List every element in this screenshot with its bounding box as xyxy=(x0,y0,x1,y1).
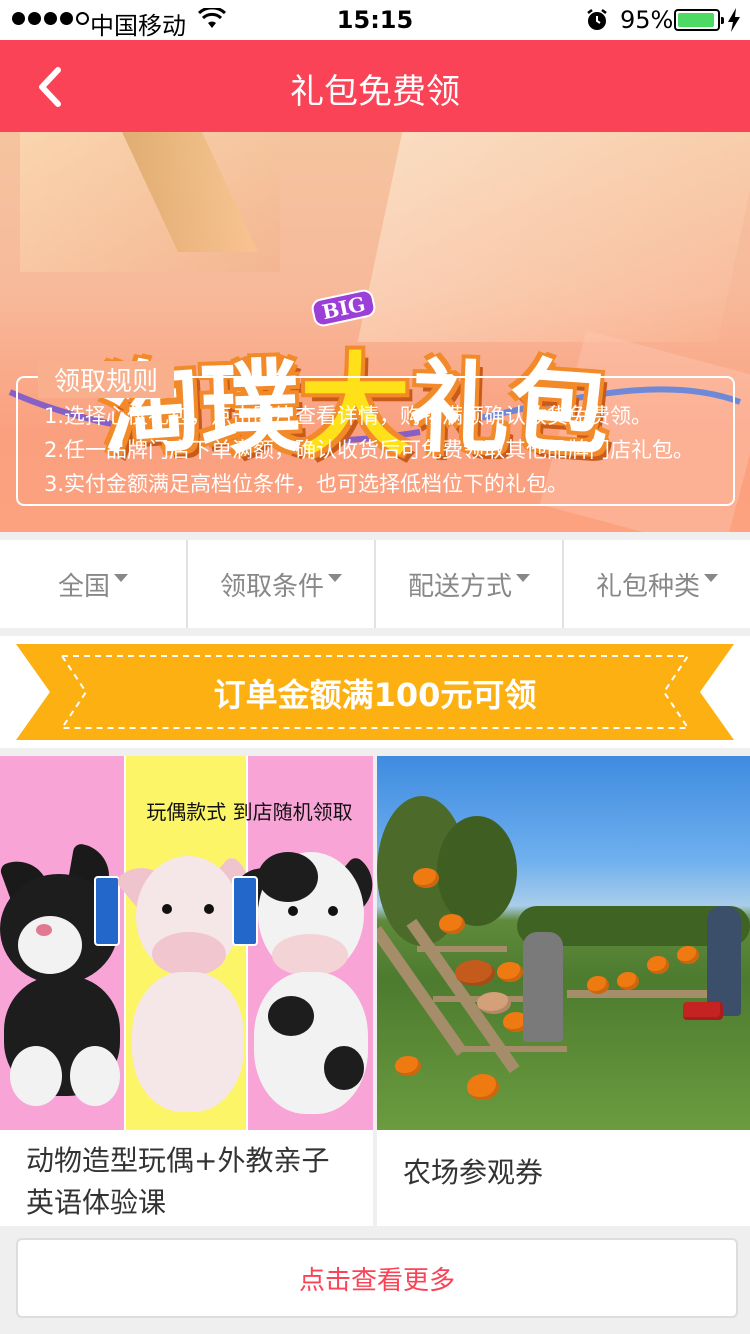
threshold-banner: 订单金额满100元可领 xyxy=(0,636,750,748)
filter-condition[interactable]: 领取条件 xyxy=(188,540,376,628)
filter-label: 礼包种类 xyxy=(595,571,700,602)
caret-down-icon xyxy=(704,574,718,582)
plush-toy xyxy=(114,846,262,1130)
plush-toy xyxy=(232,846,373,1130)
battery-icon xyxy=(674,9,724,31)
page-title: 礼包免费领 xyxy=(290,72,460,112)
charging-icon xyxy=(727,8,741,38)
threshold-text: 订单金额满100元可领 xyxy=(213,676,537,714)
battery-percent: 95% xyxy=(620,6,674,34)
nav-bar: 礼包免费领 xyxy=(0,40,750,132)
promo-banner[interactable]: 淘 璞 大 礼 包 BIG 领取规则 1.选择心仪礼包，点击图片查看详情，购物满… xyxy=(0,132,750,532)
plush-toy xyxy=(0,842,124,1130)
status-bar: 中国移动 15:15 95% xyxy=(0,0,750,40)
caret-down-icon xyxy=(516,574,530,582)
rule-line: 1.选择心仪礼包，点击图片查看详情，购物满额确认收货免费领。 xyxy=(44,404,653,428)
rule-line: 3.实付金额满足高档位条件，也可选择低档位下的礼包。 xyxy=(44,472,569,496)
filter-delivery[interactable]: 配送方式 xyxy=(376,540,564,628)
image-note: 玩偶款式 到店随机领取 xyxy=(146,800,353,824)
rules-box: 领取规则 1.选择心仪礼包，点击图片查看详情，购物满额确认收货免费领。 2.任一… xyxy=(16,361,735,506)
gift-list: 玩偶款式 到店随机领取 动物造型玩偶+外教亲子英语体验课 农场参观券 xyxy=(0,756,750,1226)
gift-image: 玩偶款式 到店随机领取 xyxy=(0,756,373,1130)
rule-line: 2.任一品牌门店下单满额，确认收货后可免费领取其他品牌门店礼包。 xyxy=(44,438,695,462)
filter-label: 配送方式 xyxy=(407,571,512,602)
gift-name: 动物造型玩偶+外教亲子英语体验课 xyxy=(26,1144,330,1219)
caret-down-icon xyxy=(114,574,128,582)
view-more-button[interactable]: 点击查看更多 xyxy=(16,1238,738,1318)
filter-gift-type[interactable]: 礼包种类 xyxy=(564,540,750,628)
filter-label: 全国 xyxy=(57,571,110,602)
filter-bar: 全国 领取条件 配送方式 礼包种类 xyxy=(0,540,750,628)
app-screen: 中国移动 15:15 95% 礼包免费领 淘 璞 大 礼 包 BIG 领取规则 … xyxy=(0,0,750,1334)
filter-label: 领取条件 xyxy=(219,571,324,602)
gift-box-decoration xyxy=(357,132,750,342)
gift-image xyxy=(377,756,750,1130)
gift-card[interactable]: 农场参观券 xyxy=(377,756,750,1226)
caret-down-icon xyxy=(328,574,342,582)
filter-region[interactable]: 全国 xyxy=(0,540,188,628)
alarm-icon xyxy=(585,8,609,38)
gift-name: 农场参观券 xyxy=(403,1156,544,1189)
rules-title: 领取规则 xyxy=(38,361,175,398)
gift-card[interactable]: 玩偶款式 到店随机领取 动物造型玩偶+外教亲子英语体验课 xyxy=(0,756,373,1226)
